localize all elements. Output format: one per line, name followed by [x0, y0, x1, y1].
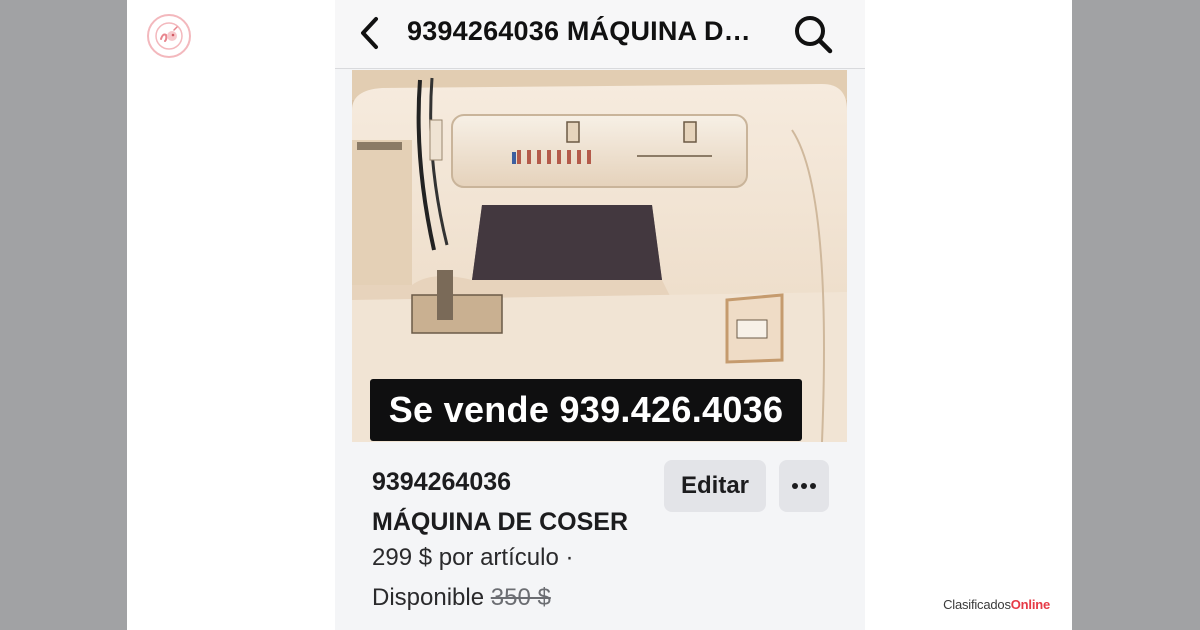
- listing-title: 9394264036 MÁQUINA DE COSER: [372, 462, 642, 542]
- search-icon: [795, 16, 833, 54]
- original-price: 350 $: [490, 584, 551, 611]
- banner-text: Se vende 939.426.4036: [388, 389, 784, 430]
- listing-photo[interactable]: Se vende 939.426.4036: [352, 70, 847, 442]
- site-logo: [147, 14, 191, 58]
- edit-button[interactable]: Editar: [664, 460, 766, 512]
- logo-mark-icon: [155, 22, 183, 50]
- clasificados-watermark: ClasificadosOnline: [943, 597, 1050, 612]
- back-button[interactable]: [353, 14, 387, 52]
- more-dots-icon: [792, 483, 816, 489]
- availability-line: Disponible 350 $: [372, 578, 573, 618]
- listing-price: 299 $ por artículo · Disponible 350 $: [372, 538, 573, 618]
- listing-title-line2: MÁQUINA DE COSER: [372, 508, 629, 536]
- listing-screen: 9394264036 MÁQUINA DE COSER: [335, 0, 865, 630]
- page-title: 9394264036 MÁQUINA DE COSER: [407, 16, 767, 46]
- watermark-brand-accent: Online: [1010, 597, 1050, 612]
- top-bar: 9394264036 MÁQUINA DE COSER: [335, 0, 865, 69]
- page-canvas: 9394264036 MÁQUINA DE COSER: [127, 0, 1072, 630]
- search-button[interactable]: [791, 12, 835, 56]
- availability-status: Disponible: [372, 584, 485, 611]
- more-options-button[interactable]: [779, 460, 829, 512]
- photo-banner: Se vende 939.426.4036: [370, 379, 802, 441]
- price-per-item: 299 $ por artículo ·: [372, 544, 574, 571]
- watermark-brand: Clasificados: [943, 597, 1011, 612]
- chevron-left-icon: [361, 17, 378, 49]
- listing-title-line1: 9394264036: [372, 468, 512, 496]
